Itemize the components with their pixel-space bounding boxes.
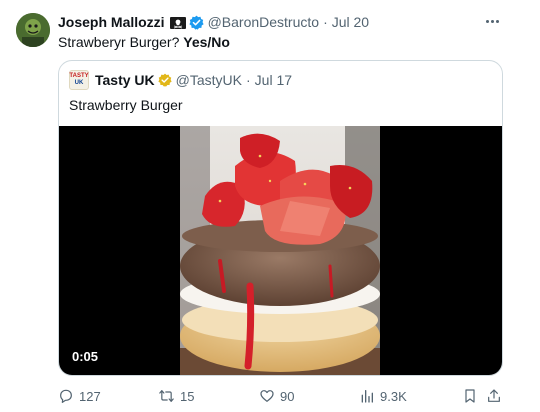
repost-count: 15	[180, 388, 195, 404]
quoted-timestamp[interactable]: Jul 17	[255, 72, 292, 88]
video-duration: 0:05	[72, 349, 99, 364]
verified-badge-icon	[188, 15, 204, 30]
quoted-author-name[interactable]: Tasty UK	[95, 72, 155, 88]
bookmark-button[interactable]	[462, 388, 483, 404]
share-button[interactable]	[486, 388, 507, 404]
avatar-logo-line2: UK	[74, 80, 84, 86]
reply-icon	[58, 388, 79, 404]
quoted-author-handle[interactable]: @TastyUK	[176, 72, 242, 88]
author-name[interactable]: Joseph Mallozzi	[58, 14, 165, 30]
quoted-tweet[interactable]: TASTY UK Tasty UK @TastyUK · Jul 17 Stra…	[58, 60, 503, 376]
quoted-tweet-text: Strawberry Burger	[69, 97, 183, 113]
gold-verified-badge-icon	[158, 73, 172, 87]
author-handle[interactable]: @BaronDestructo	[208, 14, 319, 30]
views-chart-icon	[359, 388, 380, 404]
burger-video-frame	[180, 126, 380, 375]
reply-count: 127	[79, 388, 101, 404]
view-count: 9.3K	[380, 388, 407, 404]
heart-icon	[259, 388, 280, 404]
quoted-header-separator: ·	[246, 72, 251, 88]
quoted-tweet-header: TASTY UK Tasty UK @TastyUK · Jul 17	[69, 70, 292, 90]
tweet-text-bold: Yes/No	[183, 34, 230, 50]
reply-button[interactable]: 127	[58, 388, 101, 404]
tweet-text: Strawberyr Burger? Yes/No	[58, 34, 230, 50]
tweet[interactable]: Joseph Mallozzi @BaronDestructo · Jul 20…	[0, 0, 540, 412]
bookmark-icon	[462, 388, 483, 404]
tweet-text-plain: Strawberyr Burger?	[58, 34, 180, 50]
more-options-icon[interactable]	[482, 14, 502, 28]
action-bar: 127 15 90 9.3K	[58, 388, 504, 404]
pirate-flag-icon	[169, 16, 186, 29]
share-icon	[486, 388, 507, 404]
repost-button[interactable]: 15	[158, 388, 194, 404]
like-count: 90	[280, 388, 295, 404]
author-avatar[interactable]	[16, 13, 50, 47]
tweet-header: Joseph Mallozzi @BaronDestructo · Jul 20	[58, 13, 369, 31]
repost-icon	[158, 388, 180, 404]
views-button[interactable]: 9.3K	[359, 388, 407, 404]
tweet-timestamp[interactable]: Jul 20	[332, 14, 369, 30]
avatar-logo-line1: TASTY	[69, 73, 89, 79]
header-separator: ·	[323, 14, 328, 30]
like-button[interactable]: 90	[259, 388, 294, 404]
video-player[interactable]: 0:05	[59, 126, 502, 375]
quoted-author-avatar[interactable]: TASTY UK	[69, 70, 89, 90]
